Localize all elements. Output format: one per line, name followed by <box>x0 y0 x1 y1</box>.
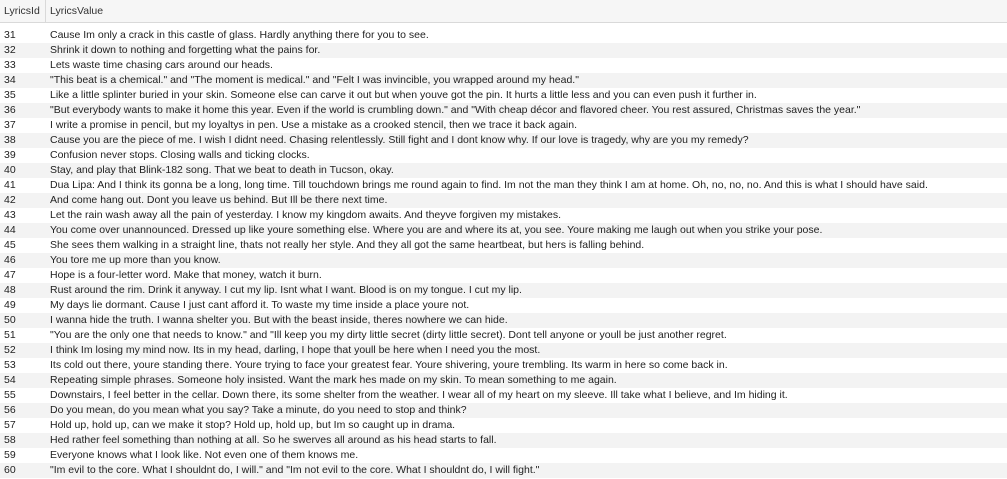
table-row[interactable]: 40 Stay, and play that Blink-182 song. Th… <box>0 163 1007 178</box>
lyrics-value-cell[interactable]: I wanna hide the truth. I wanna shelter … <box>46 313 508 328</box>
lyrics-id-cell[interactable]: 41 <box>0 178 46 193</box>
lyrics-value-cell[interactable]: "Im evil to the core. What I shouldnt do… <box>46 463 539 478</box>
lyrics-value-cell[interactable]: You tore me up more than you know. <box>46 253 221 268</box>
lyrics-value-cell[interactable]: Hope is a four-letter word. Make that mo… <box>46 268 322 283</box>
lyrics-value-cell[interactable]: Downstairs, I feel better in the cellar.… <box>46 388 788 403</box>
lyrics-value-cell[interactable]: She sees them walking in a straight line… <box>46 238 644 253</box>
lyrics-id-cell[interactable]: 56 <box>0 403 46 418</box>
results-grid: LyricsId LyricsValue 31 Cause Im only a c… <box>0 0 1007 478</box>
lyrics-value-cell[interactable]: "But everybody wants to make it home thi… <box>46 103 860 118</box>
lyrics-value-cell[interactable]: Hed rather feel something than nothing a… <box>46 433 497 448</box>
lyrics-id-cell[interactable]: 57 <box>0 418 46 433</box>
lyrics-value-cell[interactable]: Repeating simple phrases. Someone holy i… <box>46 373 617 388</box>
lyrics-id-cell[interactable]: 33 <box>0 58 46 73</box>
table-row[interactable]: 45 She sees them walking in a straight li… <box>0 238 1007 253</box>
lyrics-value-cell[interactable]: You come over unannounced. Dressed up li… <box>46 223 822 238</box>
lyrics-id-cell[interactable]: 59 <box>0 448 46 463</box>
lyrics-id-cell[interactable]: 46 <box>0 253 46 268</box>
lyrics-id-cell[interactable]: 51 <box>0 328 46 343</box>
lyrics-id-cell[interactable]: 60 <box>0 463 46 478</box>
table-row[interactable]: 50 I wanna hide the truth. I wanna shelte… <box>0 313 1007 328</box>
table-row[interactable]: 57 Hold up, hold up, can we make it stop?… <box>0 418 1007 433</box>
lyrics-value-cell[interactable]: Cause you are the piece of me. I wish I … <box>46 133 749 148</box>
lyrics-id-cell[interactable]: 52 <box>0 343 46 358</box>
lyrics-id-cell[interactable]: 32 <box>0 43 46 58</box>
lyrics-value-cell[interactable]: Its cold out there, youre standing there… <box>46 358 728 373</box>
lyrics-id-cell[interactable]: 48 <box>0 283 46 298</box>
lyrics-value-cell[interactable]: Dua Lipa: And I think its gonna be a lon… <box>46 178 928 193</box>
lyrics-value-cell[interactable]: Hold up, hold up, can we make it stop? H… <box>46 418 455 433</box>
lyrics-id-cell[interactable]: 54 <box>0 373 46 388</box>
lyrics-value-cell[interactable]: My days lie dormant. Cause I just cant a… <box>46 298 469 313</box>
lyrics-id-cell[interactable]: 36 <box>0 103 46 118</box>
lyrics-id-cell[interactable]: 45 <box>0 238 46 253</box>
lyrics-value-cell[interactable]: I write a promise in pencil, but my loya… <box>46 118 577 133</box>
table-row[interactable]: 36 "But everybody wants to make it home t… <box>0 103 1007 118</box>
lyrics-id-cell[interactable]: 44 <box>0 223 46 238</box>
table-row[interactable]: 49 My days lie dormant. Cause I just cant… <box>0 298 1007 313</box>
table-body: 31 Cause Im only a crack in this castle o… <box>0 23 1007 478</box>
table-row[interactable]: 55 Downstairs, I feel better in the cella… <box>0 388 1007 403</box>
lyrics-value-cell[interactable]: I think Im losing my mind now. Its in my… <box>46 343 540 358</box>
lyrics-id-cell[interactable]: 38 <box>0 133 46 148</box>
lyrics-value-cell[interactable]: Cause Im only a crack in this castle of … <box>46 28 429 43</box>
table-row[interactable]: 32 Shrink it down to nothing and forgetti… <box>0 43 1007 58</box>
lyrics-id-cell[interactable]: 40 <box>0 163 46 178</box>
lyrics-value-cell[interactable]: Everyone knows what I look like. Not eve… <box>46 448 358 463</box>
table-row[interactable]: 34 "This beat is a chemical." and "The mo… <box>0 73 1007 88</box>
table-row[interactable]: 31 Cause Im only a crack in this castle o… <box>0 28 1007 43</box>
table-row[interactable]: 33 Lets waste time chasing cars around ou… <box>0 58 1007 73</box>
table-row[interactable]: 54 Repeating simple phrases. Someone holy… <box>0 373 1007 388</box>
lyrics-value-cell[interactable]: Do you mean, do you mean what you say? T… <box>46 403 467 418</box>
lyrics-value-cell[interactable]: Stay, and play that Blink-182 song. That… <box>46 163 394 178</box>
table-row[interactable]: 43 Let the rain wash away all the pain of… <box>0 208 1007 223</box>
table-row[interactable]: 42 And come hang out. Dont you leave us b… <box>0 193 1007 208</box>
lyrics-id-cell[interactable]: 39 <box>0 148 46 163</box>
table-row[interactable]: 47 Hope is a four-letter word. Make that … <box>0 268 1007 283</box>
column-header-lyricsid[interactable]: LyricsId <box>0 0 46 22</box>
lyrics-id-cell[interactable]: 31 <box>0 28 46 43</box>
lyrics-value-cell[interactable]: Rust around the rim. Drink it anyway. I … <box>46 283 522 298</box>
table-row[interactable]: 44 You come over unannounced. Dressed up … <box>0 223 1007 238</box>
lyrics-id-cell[interactable]: 42 <box>0 193 46 208</box>
table-header: LyricsId LyricsValue <box>0 0 1007 23</box>
table-row[interactable]: 60 "Im evil to the core. What I shouldnt … <box>0 463 1007 478</box>
table-row[interactable]: 41 Dua Lipa: And I think its gonna be a l… <box>0 178 1007 193</box>
lyrics-id-cell[interactable]: 58 <box>0 433 46 448</box>
table-row[interactable]: 59 Everyone knows what I look like. Not e… <box>0 448 1007 463</box>
lyrics-value-cell[interactable]: Confusion never stops. Closing walls and… <box>46 148 310 163</box>
lyrics-id-cell[interactable]: 35 <box>0 88 46 103</box>
table-row[interactable]: 39 Confusion never stops. Closing walls a… <box>0 148 1007 163</box>
table-row[interactable]: 51 "You are the only one that needs to kn… <box>0 328 1007 343</box>
table-row[interactable]: 35 Like a little splinter buried in your … <box>0 88 1007 103</box>
lyrics-id-cell[interactable]: 47 <box>0 268 46 283</box>
table-row[interactable]: 48 Rust around the rim. Drink it anyway. … <box>0 283 1007 298</box>
lyrics-value-cell[interactable]: "This beat is a chemical." and "The mome… <box>46 73 579 88</box>
column-header-lyricsvalue[interactable]: LyricsValue <box>46 0 103 22</box>
lyrics-id-cell[interactable]: 55 <box>0 388 46 403</box>
lyrics-id-cell[interactable]: 49 <box>0 298 46 313</box>
table-row[interactable]: 46 You tore me up more than you know. <box>0 253 1007 268</box>
lyrics-id-cell[interactable]: 53 <box>0 358 46 373</box>
table-row[interactable]: 37 I write a promise in pencil, but my lo… <box>0 118 1007 133</box>
lyrics-id-cell[interactable]: 50 <box>0 313 46 328</box>
table-row[interactable]: 52 I think Im losing my mind now. Its in … <box>0 343 1007 358</box>
table-row[interactable]: 58 Hed rather feel something than nothing… <box>0 433 1007 448</box>
lyrics-value-cell[interactable]: Like a little splinter buried in your sk… <box>46 88 757 103</box>
lyrics-value-cell[interactable]: And come hang out. Dont you leave us beh… <box>46 193 387 208</box>
lyrics-value-cell[interactable]: Let the rain wash away all the pain of y… <box>46 208 561 223</box>
lyrics-value-cell[interactable]: Shrink it down to nothing and forgetting… <box>46 43 320 58</box>
lyrics-value-cell[interactable]: "You are the only one that needs to know… <box>46 328 727 343</box>
lyrics-id-cell[interactable]: 37 <box>0 118 46 133</box>
lyrics-id-cell[interactable]: 34 <box>0 73 46 88</box>
table-row[interactable]: 56 Do you mean, do you mean what you say?… <box>0 403 1007 418</box>
lyrics-value-cell[interactable]: Lets waste time chasing cars around our … <box>46 58 273 73</box>
table-row[interactable]: 38 Cause you are the piece of me. I wish … <box>0 133 1007 148</box>
table-row[interactable]: 53 Its cold out there, youre standing the… <box>0 358 1007 373</box>
lyrics-id-cell[interactable]: 43 <box>0 208 46 223</box>
